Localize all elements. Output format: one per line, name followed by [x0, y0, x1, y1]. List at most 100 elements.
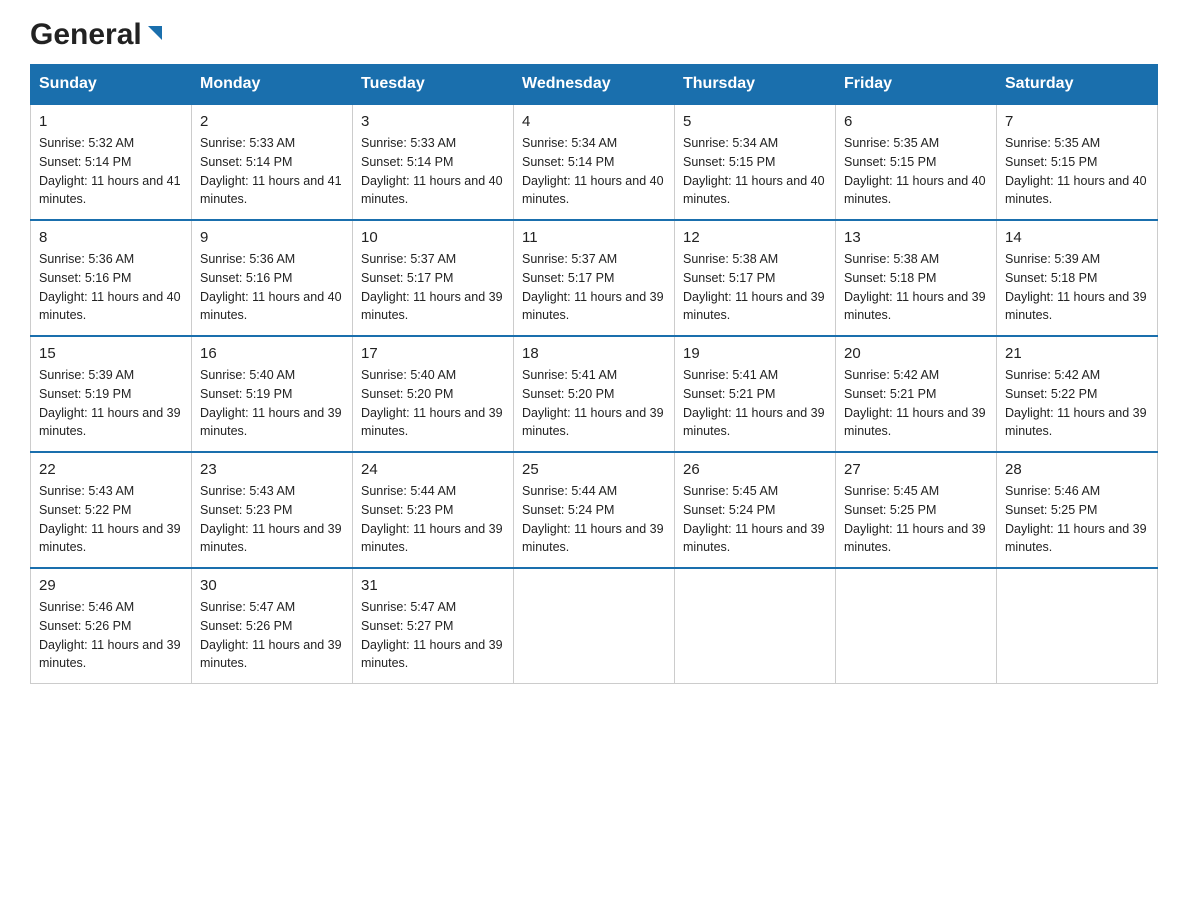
day-number: 31	[361, 577, 505, 594]
day-number: 1	[39, 113, 183, 130]
day-info: Sunrise: 5:35 AMSunset: 5:15 PMDaylight:…	[1005, 134, 1149, 209]
day-number: 5	[683, 113, 827, 130]
day-info: Sunrise: 5:43 AMSunset: 5:22 PMDaylight:…	[39, 482, 183, 557]
day-info: Sunrise: 5:39 AMSunset: 5:18 PMDaylight:…	[1005, 250, 1149, 325]
day-info: Sunrise: 5:43 AMSunset: 5:23 PMDaylight:…	[200, 482, 344, 557]
day-info: Sunrise: 5:45 AMSunset: 5:24 PMDaylight:…	[683, 482, 827, 557]
calendar-cell: 29 Sunrise: 5:46 AMSunset: 5:26 PMDaylig…	[31, 568, 192, 684]
day-number: 3	[361, 113, 505, 130]
day-info: Sunrise: 5:33 AMSunset: 5:14 PMDaylight:…	[200, 134, 344, 209]
calendar-week-5: 29 Sunrise: 5:46 AMSunset: 5:26 PMDaylig…	[31, 568, 1158, 684]
day-info: Sunrise: 5:38 AMSunset: 5:18 PMDaylight:…	[844, 250, 988, 325]
calendar-cell	[675, 568, 836, 684]
day-number: 17	[361, 345, 505, 362]
calendar-cell: 9 Sunrise: 5:36 AMSunset: 5:16 PMDayligh…	[192, 220, 353, 336]
day-number: 7	[1005, 113, 1149, 130]
calendar-cell: 14 Sunrise: 5:39 AMSunset: 5:18 PMDaylig…	[997, 220, 1158, 336]
calendar-cell: 25 Sunrise: 5:44 AMSunset: 5:24 PMDaylig…	[514, 452, 675, 568]
weekday-header-thursday: Thursday	[675, 65, 836, 105]
calendar-cell: 3 Sunrise: 5:33 AMSunset: 5:14 PMDayligh…	[353, 104, 514, 220]
day-number: 6	[844, 113, 988, 130]
weekday-header-friday: Friday	[836, 65, 997, 105]
day-info: Sunrise: 5:37 AMSunset: 5:17 PMDaylight:…	[522, 250, 666, 325]
day-info: Sunrise: 5:36 AMSunset: 5:16 PMDaylight:…	[39, 250, 183, 325]
day-number: 28	[1005, 461, 1149, 478]
calendar-cell: 15 Sunrise: 5:39 AMSunset: 5:19 PMDaylig…	[31, 336, 192, 452]
weekday-header-tuesday: Tuesday	[353, 65, 514, 105]
day-info: Sunrise: 5:44 AMSunset: 5:24 PMDaylight:…	[522, 482, 666, 557]
day-info: Sunrise: 5:47 AMSunset: 5:27 PMDaylight:…	[361, 598, 505, 673]
calendar-week-3: 15 Sunrise: 5:39 AMSunset: 5:19 PMDaylig…	[31, 336, 1158, 452]
calendar-cell	[836, 568, 997, 684]
weekday-header-saturday: Saturday	[997, 65, 1158, 105]
day-info: Sunrise: 5:35 AMSunset: 5:15 PMDaylight:…	[844, 134, 988, 209]
calendar-week-4: 22 Sunrise: 5:43 AMSunset: 5:22 PMDaylig…	[31, 452, 1158, 568]
calendar-header: SundayMondayTuesdayWednesdayThursdayFrid…	[31, 65, 1158, 105]
day-number: 2	[200, 113, 344, 130]
day-number: 11	[522, 229, 666, 246]
day-number: 8	[39, 229, 183, 246]
calendar-cell: 4 Sunrise: 5:34 AMSunset: 5:14 PMDayligh…	[514, 104, 675, 220]
day-info: Sunrise: 5:37 AMSunset: 5:17 PMDaylight:…	[361, 250, 505, 325]
calendar-week-1: 1 Sunrise: 5:32 AMSunset: 5:14 PMDayligh…	[31, 104, 1158, 220]
calendar-cell: 16 Sunrise: 5:40 AMSunset: 5:19 PMDaylig…	[192, 336, 353, 452]
day-info: Sunrise: 5:38 AMSunset: 5:17 PMDaylight:…	[683, 250, 827, 325]
day-number: 10	[361, 229, 505, 246]
day-number: 4	[522, 113, 666, 130]
day-info: Sunrise: 5:40 AMSunset: 5:19 PMDaylight:…	[200, 366, 344, 441]
day-info: Sunrise: 5:42 AMSunset: 5:21 PMDaylight:…	[844, 366, 988, 441]
calendar-cell: 1 Sunrise: 5:32 AMSunset: 5:14 PMDayligh…	[31, 104, 192, 220]
day-number: 14	[1005, 229, 1149, 246]
day-info: Sunrise: 5:39 AMSunset: 5:19 PMDaylight:…	[39, 366, 183, 441]
logo-arrow-icon	[144, 22, 166, 44]
calendar-cell: 27 Sunrise: 5:45 AMSunset: 5:25 PMDaylig…	[836, 452, 997, 568]
logo-general-text: General	[30, 20, 142, 50]
day-number: 9	[200, 229, 344, 246]
calendar-cell: 31 Sunrise: 5:47 AMSunset: 5:27 PMDaylig…	[353, 568, 514, 684]
day-number: 22	[39, 461, 183, 478]
day-info: Sunrise: 5:40 AMSunset: 5:20 PMDaylight:…	[361, 366, 505, 441]
day-number: 18	[522, 345, 666, 362]
day-info: Sunrise: 5:34 AMSunset: 5:15 PMDaylight:…	[683, 134, 827, 209]
page-header: General	[30, 20, 1158, 46]
logo: General	[30, 20, 166, 46]
day-number: 30	[200, 577, 344, 594]
calendar-cell: 7 Sunrise: 5:35 AMSunset: 5:15 PMDayligh…	[997, 104, 1158, 220]
calendar-cell: 18 Sunrise: 5:41 AMSunset: 5:20 PMDaylig…	[514, 336, 675, 452]
day-info: Sunrise: 5:41 AMSunset: 5:20 PMDaylight:…	[522, 366, 666, 441]
day-info: Sunrise: 5:42 AMSunset: 5:22 PMDaylight:…	[1005, 366, 1149, 441]
calendar-cell: 2 Sunrise: 5:33 AMSunset: 5:14 PMDayligh…	[192, 104, 353, 220]
calendar-cell: 21 Sunrise: 5:42 AMSunset: 5:22 PMDaylig…	[997, 336, 1158, 452]
calendar-cell: 30 Sunrise: 5:47 AMSunset: 5:26 PMDaylig…	[192, 568, 353, 684]
calendar-cell	[997, 568, 1158, 684]
calendar-cell: 12 Sunrise: 5:38 AMSunset: 5:17 PMDaylig…	[675, 220, 836, 336]
calendar-cell: 28 Sunrise: 5:46 AMSunset: 5:25 PMDaylig…	[997, 452, 1158, 568]
day-number: 13	[844, 229, 988, 246]
calendar-body: 1 Sunrise: 5:32 AMSunset: 5:14 PMDayligh…	[31, 104, 1158, 684]
day-number: 19	[683, 345, 827, 362]
calendar-cell: 5 Sunrise: 5:34 AMSunset: 5:15 PMDayligh…	[675, 104, 836, 220]
calendar-cell: 19 Sunrise: 5:41 AMSunset: 5:21 PMDaylig…	[675, 336, 836, 452]
day-info: Sunrise: 5:46 AMSunset: 5:25 PMDaylight:…	[1005, 482, 1149, 557]
calendar-cell: 6 Sunrise: 5:35 AMSunset: 5:15 PMDayligh…	[836, 104, 997, 220]
logo-icon: General	[30, 20, 166, 46]
calendar-cell: 23 Sunrise: 5:43 AMSunset: 5:23 PMDaylig…	[192, 452, 353, 568]
calendar-cell: 17 Sunrise: 5:40 AMSunset: 5:20 PMDaylig…	[353, 336, 514, 452]
calendar-cell: 22 Sunrise: 5:43 AMSunset: 5:22 PMDaylig…	[31, 452, 192, 568]
day-info: Sunrise: 5:46 AMSunset: 5:26 PMDaylight:…	[39, 598, 183, 673]
calendar-cell: 10 Sunrise: 5:37 AMSunset: 5:17 PMDaylig…	[353, 220, 514, 336]
calendar-cell: 11 Sunrise: 5:37 AMSunset: 5:17 PMDaylig…	[514, 220, 675, 336]
day-number: 27	[844, 461, 988, 478]
calendar-table: SundayMondayTuesdayWednesdayThursdayFrid…	[30, 64, 1158, 684]
calendar-cell: 20 Sunrise: 5:42 AMSunset: 5:21 PMDaylig…	[836, 336, 997, 452]
weekday-header-row: SundayMondayTuesdayWednesdayThursdayFrid…	[31, 65, 1158, 105]
day-info: Sunrise: 5:36 AMSunset: 5:16 PMDaylight:…	[200, 250, 344, 325]
day-info: Sunrise: 5:44 AMSunset: 5:23 PMDaylight:…	[361, 482, 505, 557]
day-info: Sunrise: 5:47 AMSunset: 5:26 PMDaylight:…	[200, 598, 344, 673]
day-number: 20	[844, 345, 988, 362]
day-info: Sunrise: 5:34 AMSunset: 5:14 PMDaylight:…	[522, 134, 666, 209]
day-info: Sunrise: 5:33 AMSunset: 5:14 PMDaylight:…	[361, 134, 505, 209]
weekday-header-monday: Monday	[192, 65, 353, 105]
day-number: 15	[39, 345, 183, 362]
calendar-cell: 24 Sunrise: 5:44 AMSunset: 5:23 PMDaylig…	[353, 452, 514, 568]
